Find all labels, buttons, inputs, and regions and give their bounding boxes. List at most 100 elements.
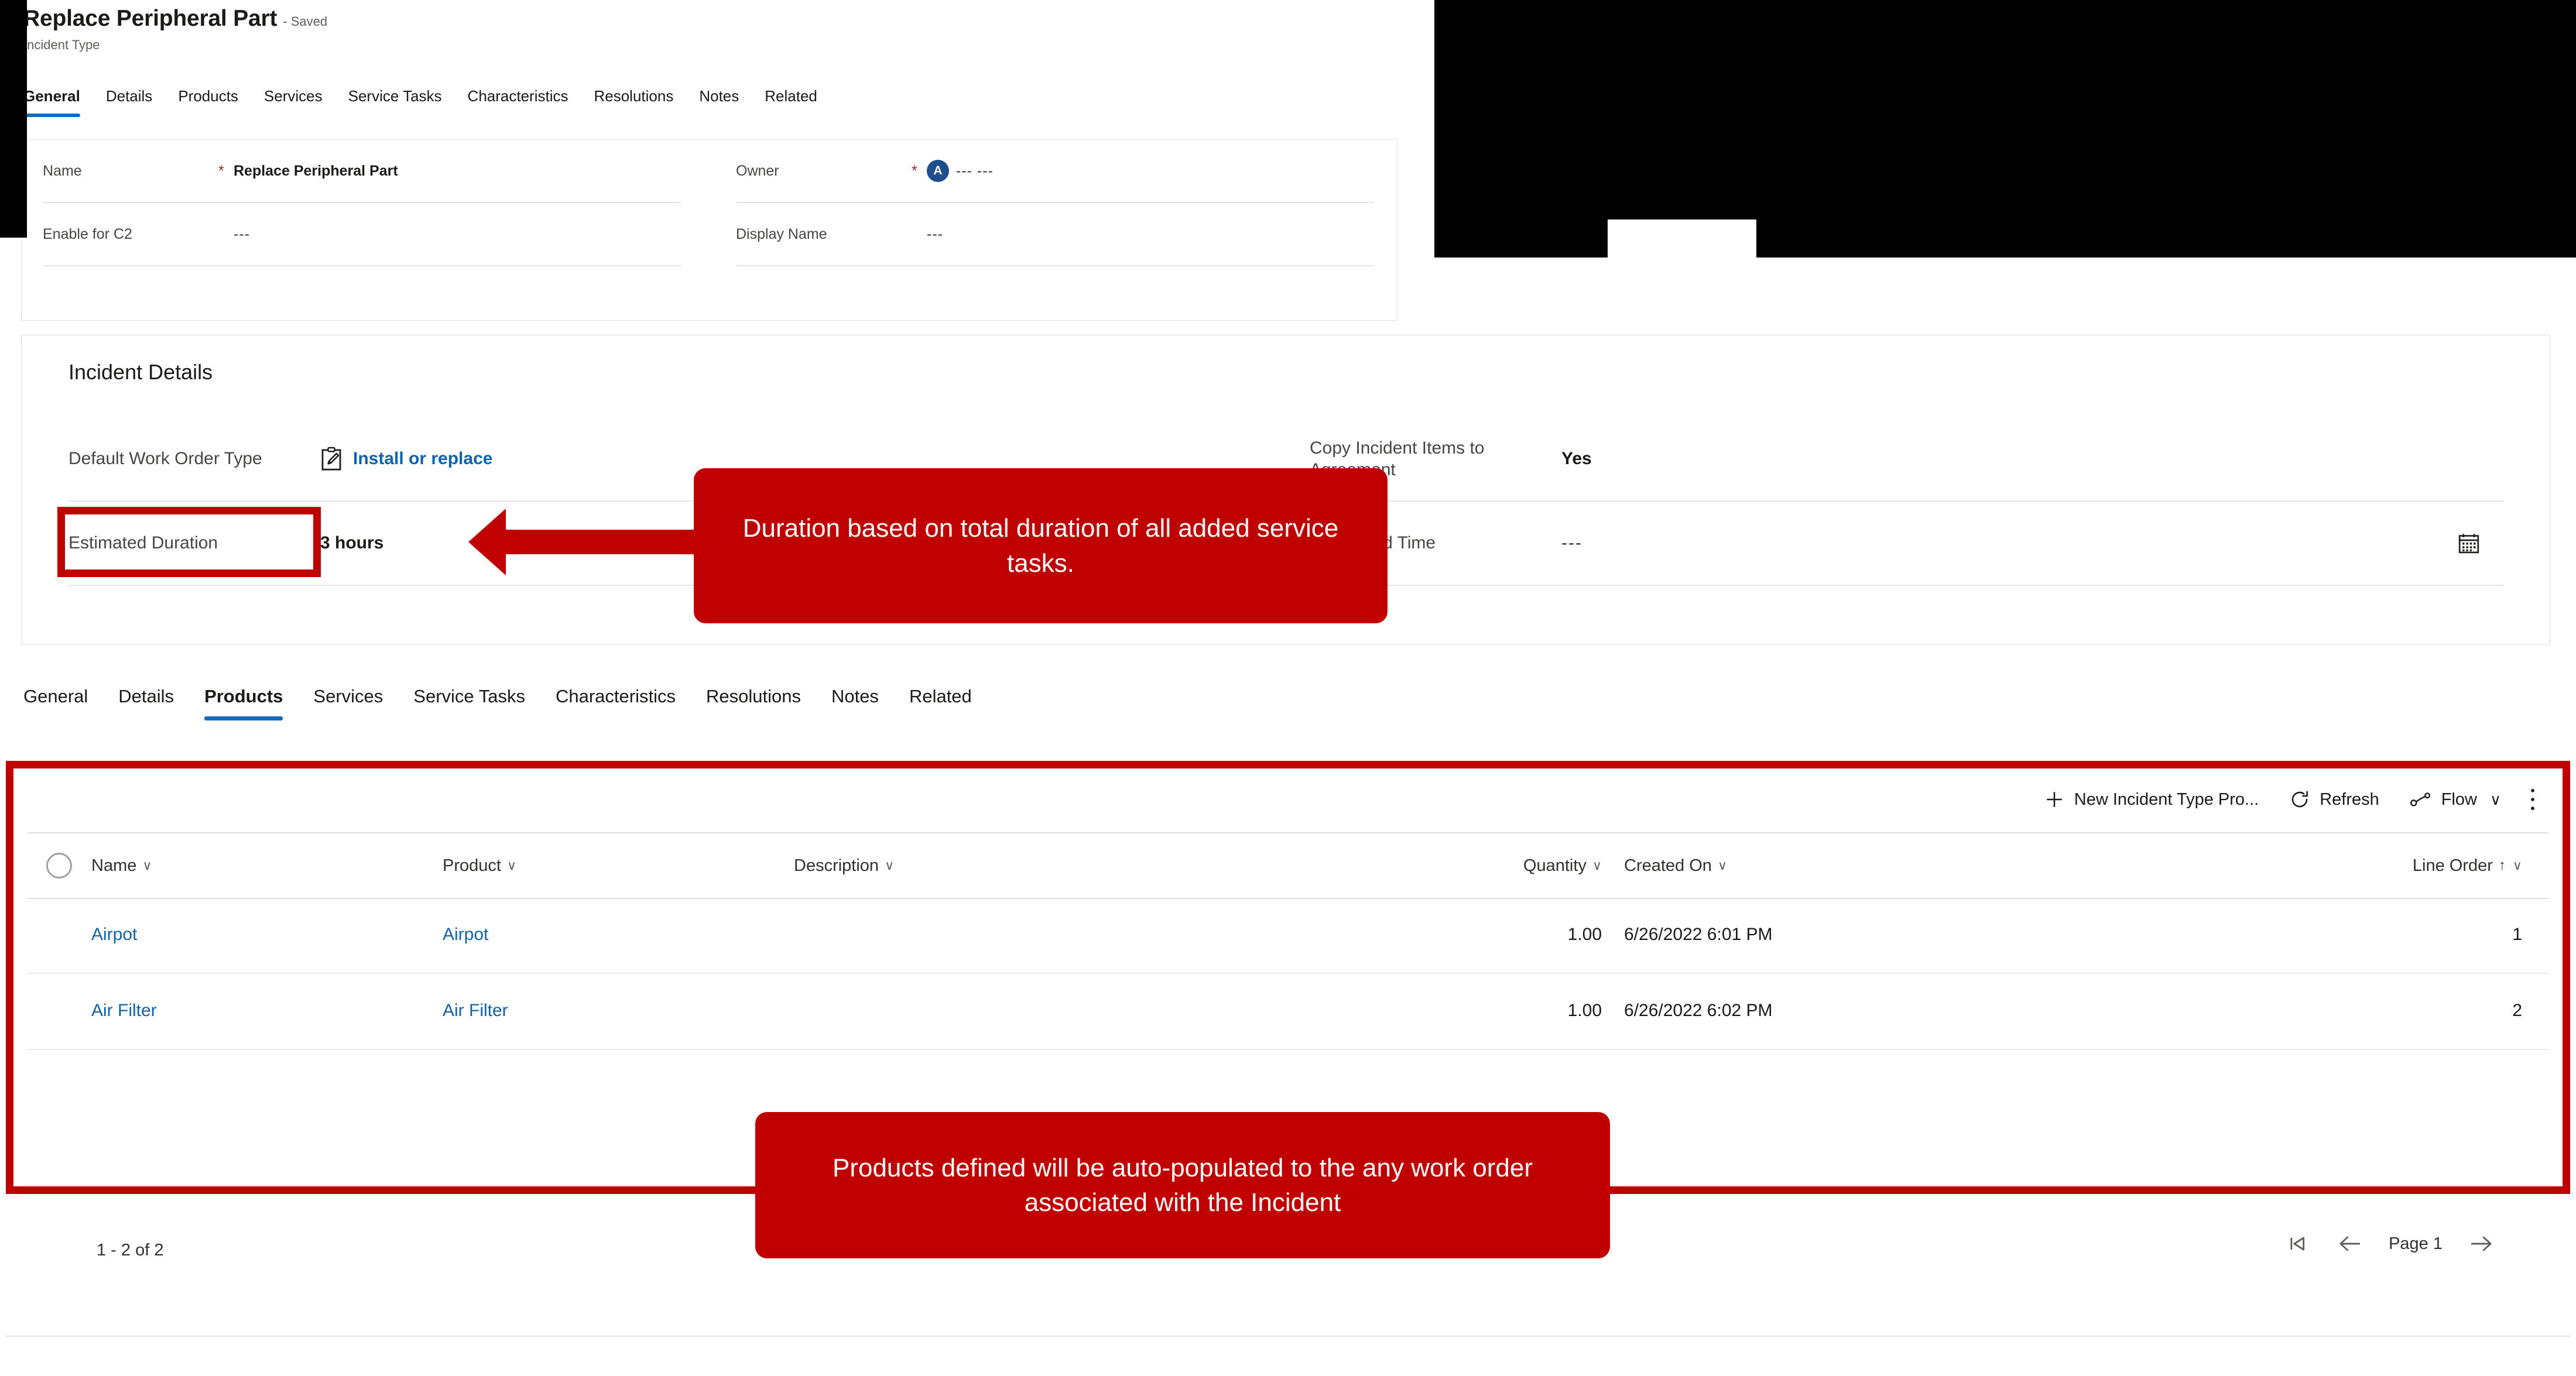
field-owner-required-icon: * xyxy=(912,162,917,179)
column-header-product[interactable]: Product ∨ xyxy=(443,856,794,876)
field-enable-for-c2: Enable for C2 --- xyxy=(43,203,681,266)
column-header-description[interactable]: Description ∨ xyxy=(794,856,1391,876)
field-enable-for-c2-label: Enable for C2 xyxy=(43,225,132,242)
first-page-icon[interactable] xyxy=(2288,1234,2311,1254)
tab-service-tasks[interactable]: Service Tasks xyxy=(398,682,540,711)
tab-related[interactable]: Related xyxy=(894,682,987,711)
chevron-down-icon: ∨ xyxy=(885,858,895,873)
field-owner-label: Owner xyxy=(736,162,779,179)
field-calculated-time: Calculated Time --- xyxy=(1310,502,2504,586)
column-header-quantity-label: Quantity xyxy=(1523,856,1587,875)
field-default-work-order-type-value-wrap[interactable]: Install or replace xyxy=(320,447,492,471)
clipboard-pencil-icon xyxy=(320,447,342,471)
cell-name[interactable]: Airpot xyxy=(91,925,443,945)
tab-products-top[interactable]: Products xyxy=(165,83,251,109)
entity-name: Incident Type xyxy=(23,37,100,52)
column-header-line-order[interactable]: Line Order ↑ ∨ xyxy=(2105,856,2549,876)
chevron-down-icon: ∨ xyxy=(1592,858,1602,873)
page-title: Replace Peripheral Part xyxy=(23,6,278,31)
plus-icon xyxy=(2044,789,2065,810)
tab-resolutions-top[interactable]: Resolutions xyxy=(581,83,686,109)
redaction-block-top-lower-left xyxy=(1434,219,1608,258)
tab-services-top[interactable]: Services xyxy=(251,83,335,109)
field-display-name-value[interactable]: --- xyxy=(927,226,943,243)
table-row[interactable]: Air Filter Air Filter 1.00 6/26/2022 6:0… xyxy=(27,973,2549,1050)
previous-page-icon[interactable] xyxy=(2337,1234,2363,1254)
pagination-controls: Page 1 xyxy=(2288,1234,2494,1254)
save-status: - Saved xyxy=(283,14,328,29)
field-owner-value-wrap[interactable]: A --- --- xyxy=(927,160,994,182)
field-owner: Owner * A --- --- xyxy=(736,140,1374,203)
refresh-button[interactable]: Refresh xyxy=(2274,778,2395,821)
calendar-icon[interactable] xyxy=(2457,531,2481,555)
flow-label: Flow xyxy=(2441,790,2477,809)
tab-general[interactable]: General xyxy=(23,682,103,711)
more-vertical-icon xyxy=(2529,787,2536,812)
products-callout: Products defined will be auto-populated … xyxy=(755,1112,1610,1258)
more-commands-button[interactable] xyxy=(2516,778,2549,821)
app-canvas: Replace Peripheral Part - Saved Incident… xyxy=(0,0,2576,1376)
subgrid-command-bar: New Incident Type Pro... Refresh Flow ∨ xyxy=(2029,771,2549,828)
new-incident-type-product-label: New Incident Type Pro... xyxy=(2074,790,2259,809)
general-form-left-column: Name * Replace Peripheral Part Enable fo… xyxy=(43,140,681,320)
refresh-icon xyxy=(2289,789,2310,810)
field-copy-incident-items-value[interactable]: Yes xyxy=(1561,449,1592,469)
incident-details-right-column: Copy Incident Items to Agreement Yes Cal… xyxy=(1310,417,2504,586)
flow-icon xyxy=(2410,790,2432,809)
sort-ascending-icon: ↑ xyxy=(2498,857,2506,873)
avatar: A xyxy=(927,160,949,182)
tab-related-top[interactable]: Related xyxy=(752,83,830,109)
cell-product[interactable]: Air Filter xyxy=(443,1001,794,1021)
column-header-created-on[interactable]: Created On ∨ xyxy=(1602,856,2105,876)
tab-details[interactable]: Details xyxy=(103,682,189,711)
tab-notes-top[interactable]: Notes xyxy=(686,83,752,109)
estimated-duration-highlight-box xyxy=(57,507,321,577)
chevron-down-icon: ∨ xyxy=(142,858,152,873)
column-header-quantity[interactable]: Quantity ∨ xyxy=(1391,856,1602,876)
cell-quantity: 1.00 xyxy=(1567,1001,1602,1020)
duration-callout: Duration based on total duration of all … xyxy=(694,468,1388,623)
tab-general-top[interactable]: General xyxy=(23,83,93,117)
field-estimated-duration-value[interactable]: 3 hours xyxy=(320,533,383,553)
subgrid-header-row: Name ∨ Product ∨ Description ∨ Quantity … xyxy=(27,832,2549,899)
general-form-card: Name * Replace Peripheral Part Enable fo… xyxy=(21,139,1397,321)
tab-service-tasks-top[interactable]: Service Tasks xyxy=(335,83,455,109)
cell-product[interactable]: Airpot xyxy=(443,925,794,945)
column-header-product-label: Product xyxy=(443,856,501,875)
field-copy-incident-items: Copy Incident Items to Agreement Yes xyxy=(1310,417,2504,502)
tab-resolutions[interactable]: Resolutions xyxy=(691,682,816,711)
new-incident-type-product-button[interactable]: New Incident Type Pro... xyxy=(2029,778,2274,821)
chevron-down-icon: ∨ xyxy=(1717,858,1728,873)
tabstrip-top: General Details Products Services Servic… xyxy=(23,83,830,117)
field-calculated-time-value[interactable]: --- xyxy=(1561,533,1582,553)
tab-details-top[interactable]: Details xyxy=(93,83,165,109)
redaction-block-top-lower-right xyxy=(1756,219,2576,258)
incident-details-heading: Incident Details xyxy=(68,360,213,384)
column-header-name-label: Name xyxy=(91,856,137,875)
tab-products[interactable]: Products xyxy=(189,682,298,720)
duration-callout-arrow xyxy=(468,509,698,575)
tab-characteristics-top[interactable]: Characteristics xyxy=(455,83,581,109)
redaction-block-left xyxy=(0,0,27,238)
chevron-down-icon: ∨ xyxy=(2489,790,2501,808)
tabstrip-bottom: General Details Products Services Servic… xyxy=(23,682,987,720)
record-header: Replace Peripheral Part - Saved Incident… xyxy=(23,6,1429,53)
grid-bottom-divider xyxy=(6,1336,2570,1337)
chevron-down-icon: ∨ xyxy=(506,858,517,873)
page-indicator: Page 1 xyxy=(2389,1234,2443,1253)
next-page-icon[interactable] xyxy=(2468,1234,2494,1254)
field-name-label: Name xyxy=(43,162,82,179)
cell-name[interactable]: Air Filter xyxy=(91,1001,443,1021)
table-row[interactable]: Airpot Airpot 1.00 6/26/2022 6:01 PM 1 xyxy=(27,897,2549,974)
field-name-value[interactable]: Replace Peripheral Part xyxy=(234,163,398,180)
field-owner-value: --- --- xyxy=(956,162,994,179)
chevron-down-icon: ∨ xyxy=(2512,858,2522,873)
cell-line-order: 1 xyxy=(2512,925,2522,944)
field-enable-for-c2-value[interactable]: --- xyxy=(234,226,250,243)
tab-services[interactable]: Services xyxy=(298,682,398,711)
column-header-name[interactable]: Name ∨ xyxy=(91,856,443,876)
select-all-checkbox[interactable] xyxy=(27,853,91,879)
tab-characteristics[interactable]: Characteristics xyxy=(540,682,691,711)
flow-button[interactable]: Flow ∨ xyxy=(2395,778,2516,821)
tab-notes[interactable]: Notes xyxy=(816,682,894,711)
